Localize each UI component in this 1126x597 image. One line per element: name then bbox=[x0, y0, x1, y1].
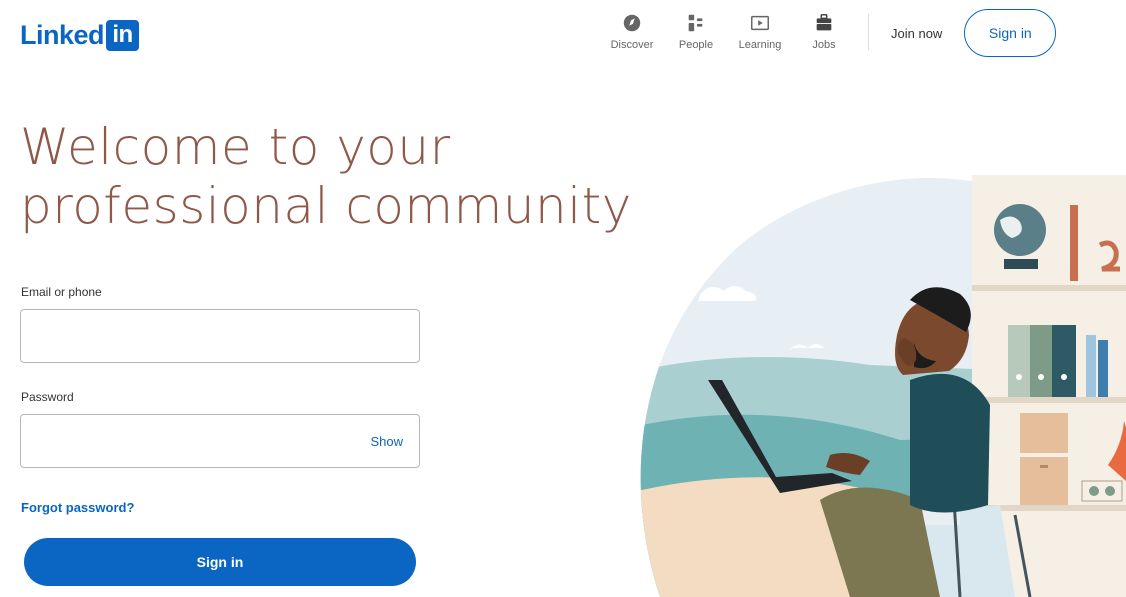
forgot-password-link[interactable]: Forgot password? bbox=[21, 500, 134, 515]
nav-item-jobs[interactable]: Jobs bbox=[792, 10, 856, 62]
page-title: Welcome to your professional community bbox=[20, 118, 632, 236]
nav-item-people[interactable]: People bbox=[664, 10, 728, 62]
show-password-button[interactable]: Show bbox=[370, 434, 403, 449]
nav-item-learning[interactable]: Learning bbox=[728, 10, 792, 62]
learning-icon bbox=[751, 15, 769, 31]
compass-icon bbox=[623, 14, 641, 32]
nav-item-discover[interactable]: Discover bbox=[600, 10, 664, 62]
nav-item-label: Discover bbox=[610, 39, 654, 51]
nav-item-label: Jobs bbox=[812, 39, 836, 51]
sign-in-button[interactable]: Sign in bbox=[24, 538, 416, 586]
briefcase-icon bbox=[816, 14, 832, 31]
nav-divider bbox=[868, 14, 869, 50]
title-line-1: Welcome to your bbox=[20, 118, 451, 176]
logo-in-badge: in bbox=[106, 19, 140, 51]
linkedin-logo[interactable]: Linked in bbox=[20, 18, 140, 52]
password-field-box: Show bbox=[20, 414, 420, 468]
logo-wordmark: Linked bbox=[20, 19, 105, 50]
people-icon bbox=[688, 14, 703, 32]
hero-illustration bbox=[640, 175, 1126, 597]
email-label: Email or phone bbox=[21, 285, 102, 299]
nav-item-label: Learning bbox=[738, 39, 782, 51]
email-field[interactable] bbox=[21, 310, 419, 362]
password-field[interactable] bbox=[21, 415, 419, 467]
password-label: Password bbox=[21, 390, 74, 404]
nav-item-label: People bbox=[678, 39, 714, 51]
title-line-2: professional community bbox=[20, 177, 632, 235]
header-sign-in-button[interactable]: Sign in bbox=[964, 9, 1057, 57]
top-nav: Discover People Learning Jobs Join now S… bbox=[600, 9, 1057, 62]
join-now-link[interactable]: Join now bbox=[891, 26, 942, 41]
email-field-box bbox=[20, 309, 420, 363]
